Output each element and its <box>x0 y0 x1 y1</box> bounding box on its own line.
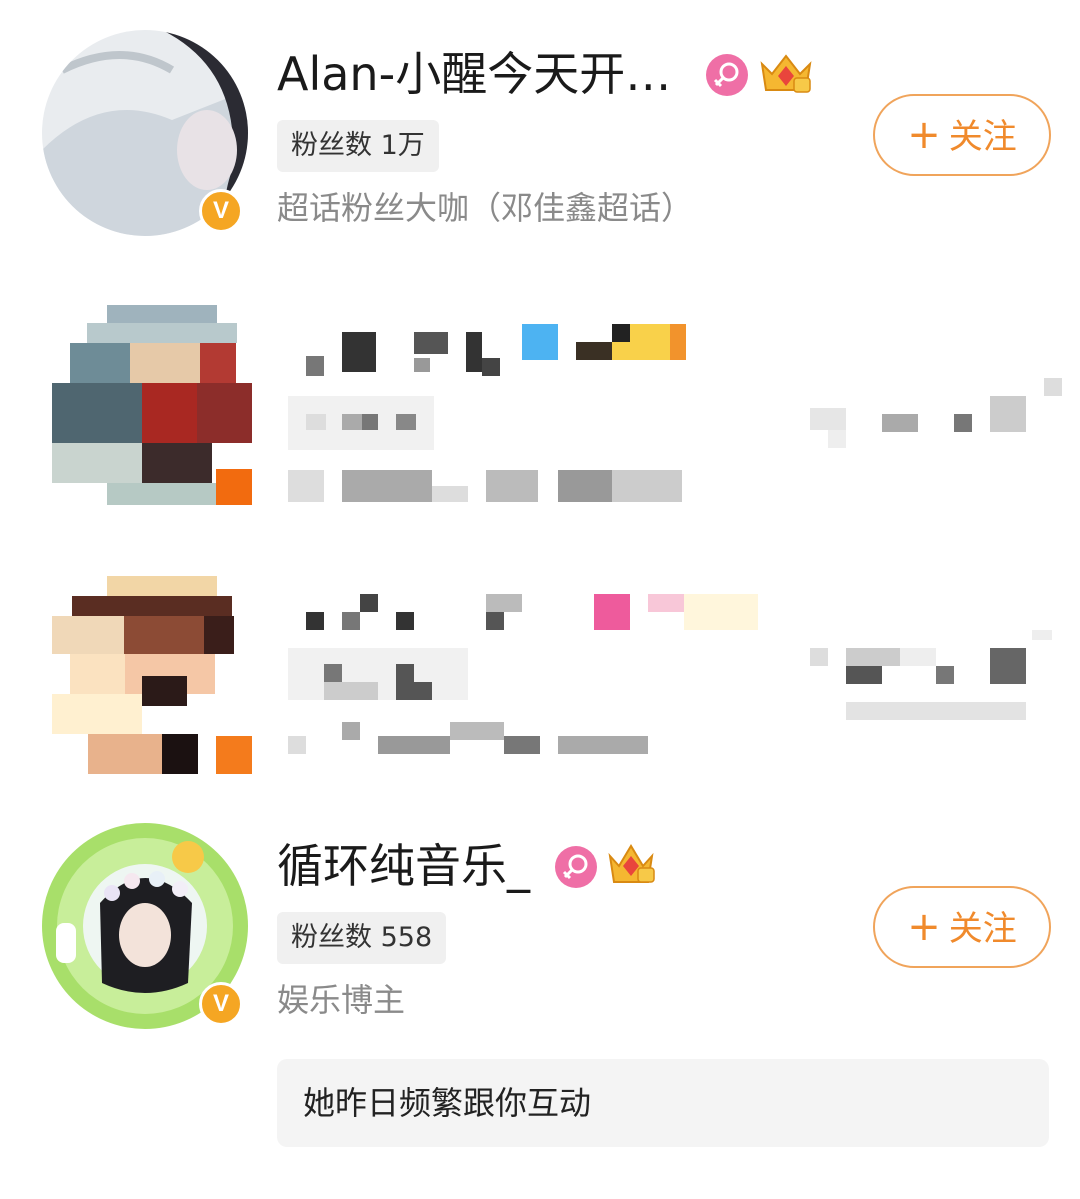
avatar-blurred[interactable] <box>52 305 252 505</box>
verified-badge-icon: V <box>199 189 243 233</box>
user-description: 娱乐博主 <box>277 981 406 1019</box>
verified-badge-icon: V <box>199 982 243 1026</box>
female-icon <box>555 846 597 888</box>
blurred-fans-chip <box>288 396 434 454</box>
follow-button[interactable]: + 关注 <box>873 886 1051 968</box>
blurred-follow-button <box>810 630 1052 726</box>
follow-label: 关注 <box>948 909 1017 949</box>
follow-button[interactable]: + 关注 <box>873 94 1051 176</box>
blurred-description <box>288 718 650 762</box>
username[interactable]: Alan-小醒今天开… <box>277 46 671 102</box>
female-icon <box>706 54 748 96</box>
blurred-description <box>288 466 688 510</box>
follow-label: 关注 <box>948 117 1017 157</box>
fans-count: 粉丝数 558 <box>277 912 447 964</box>
blurred-username <box>306 324 686 383</box>
plus-icon: + <box>907 112 941 158</box>
fans-count: 粉丝数 1万 <box>277 120 439 172</box>
crown-badge-icon <box>758 50 814 100</box>
interaction-hint: 她昨日频繁跟你互动 <box>277 1059 1049 1147</box>
blurred-username <box>306 594 758 638</box>
blurred-follow-button <box>810 378 1062 458</box>
avatar-blurred[interactable] <box>52 576 252 774</box>
crown-badge-icon <box>606 840 656 892</box>
blurred-fans-chip <box>288 648 468 704</box>
user-description: 超话粉丝大咖（邓佳鑫超话） <box>277 189 694 227</box>
username[interactable]: 循环纯音乐_ <box>277 838 530 894</box>
plus-icon: + <box>907 904 941 950</box>
